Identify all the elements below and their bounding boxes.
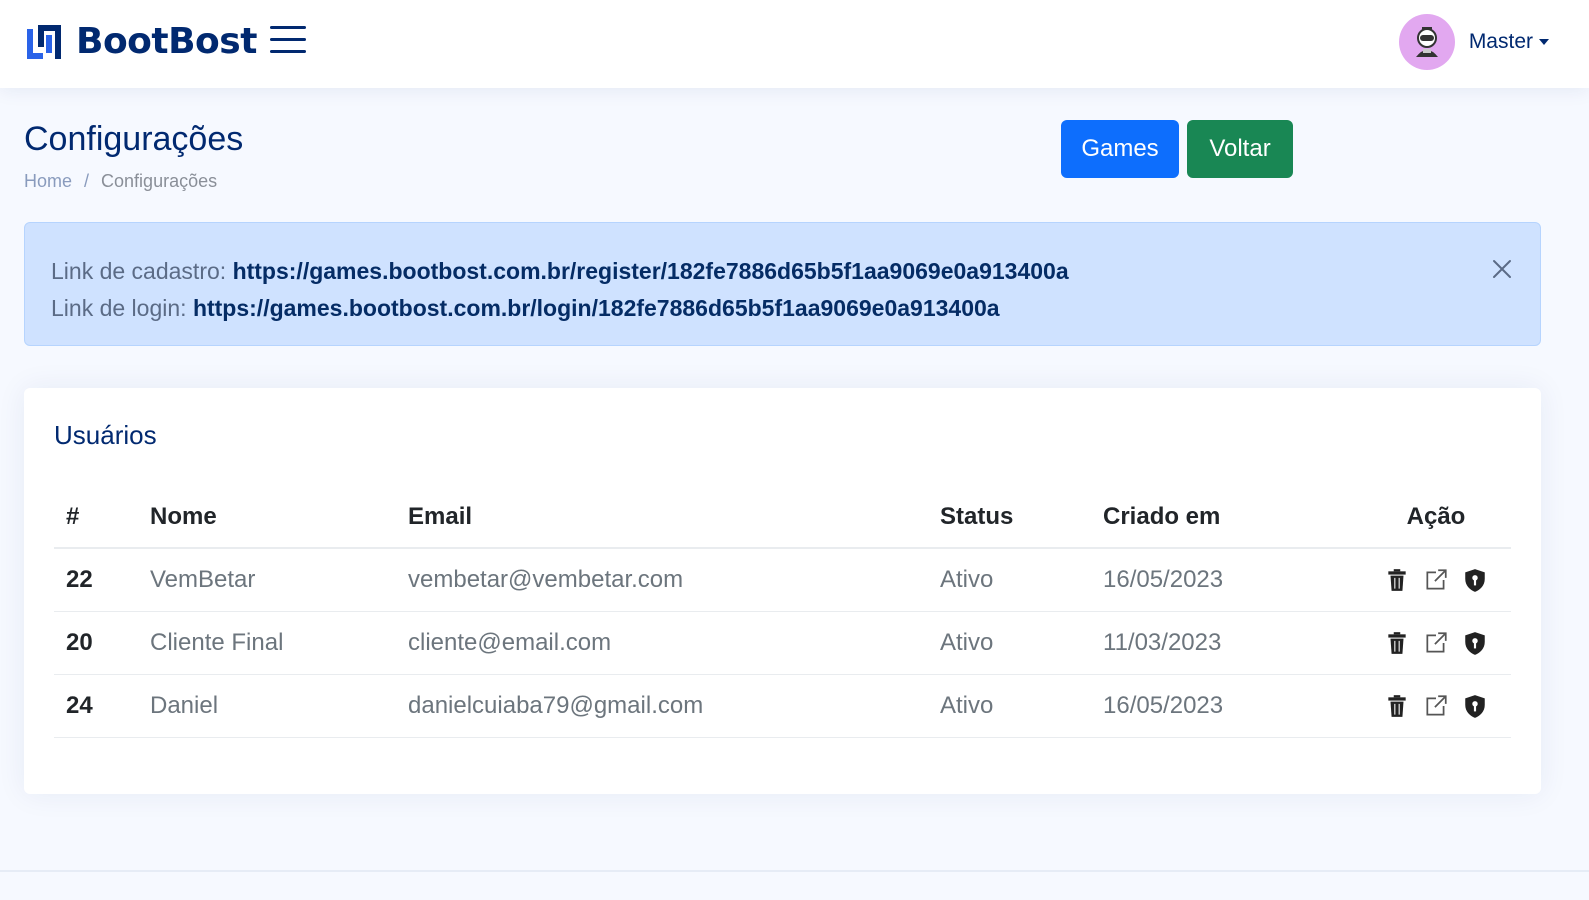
column-header-created: Criado em [1091, 486, 1361, 549]
links-alert: Link de cadastro: https://games.bootbost… [24, 222, 1541, 346]
table-header-row: # Nome Email Status Criado em Ação [54, 486, 1511, 549]
register-link-label: Link de cadastro: [51, 258, 233, 284]
hamburger-menu-icon[interactable] [270, 26, 306, 58]
card-title: Usuários [54, 420, 157, 450]
shield-icon[interactable] [1462, 693, 1488, 719]
login-link-label: Link de login: [51, 295, 193, 321]
trash-icon[interactable] [1384, 693, 1410, 719]
page-title-block: Configurações Home / Configurações [24, 120, 243, 192]
register-link[interactable]: https://games.bootbost.com.br/register/1… [233, 258, 1069, 284]
bootbost-logo-icon [27, 25, 61, 59]
breadcrumb-home[interactable]: Home [24, 171, 72, 192]
cell-created: 11/03/2023 [1091, 611, 1361, 675]
breadcrumb: Home / Configurações [24, 171, 243, 192]
cell-id: 22 [54, 548, 138, 612]
cell-actions [1361, 548, 1511, 612]
cell-status: Ativo [928, 548, 1091, 612]
robot-avatar-icon [1415, 27, 1438, 57]
top-header: BootBost Master [0, 0, 1589, 88]
column-header-email: Email [396, 486, 928, 549]
cell-actions [1361, 674, 1511, 738]
table-row: 24 Daniel danielcuiaba79@gmail.com Ativo… [54, 674, 1511, 738]
users-table: # Nome Email Status Criado em Ação 22 Ve… [54, 486, 1511, 738]
column-header-action: Ação [1361, 486, 1511, 549]
external-link-icon[interactable] [1423, 630, 1449, 656]
games-button[interactable]: Games [1061, 120, 1179, 178]
breadcrumb-current: Configurações [101, 171, 218, 191]
cell-actions [1361, 611, 1511, 675]
avatar [1398, 14, 1455, 70]
cell-status: Ativo [928, 674, 1091, 738]
external-link-icon[interactable] [1423, 693, 1449, 719]
login-link-line: Link de login: https://games.bootbost.co… [51, 290, 1514, 327]
voltar-button[interactable]: Voltar [1187, 120, 1293, 178]
cell-created: 16/05/2023 [1091, 548, 1361, 612]
shield-icon[interactable] [1462, 567, 1488, 593]
cell-status: Ativo [928, 611, 1091, 675]
column-header-name: Nome [138, 486, 396, 549]
cell-email: vembetar@vembetar.com [396, 548, 928, 612]
external-link-icon[interactable] [1423, 567, 1449, 593]
trash-icon[interactable] [1384, 630, 1410, 656]
login-link[interactable]: https://games.bootbost.com.br/login/182f… [193, 295, 1000, 321]
cell-email: cliente@email.com [396, 611, 928, 675]
shield-icon[interactable] [1462, 630, 1488, 656]
column-header-status: Status [928, 486, 1091, 549]
table-row: 20 Cliente Final cliente@email.com Ativo… [54, 611, 1511, 675]
cell-name: Cliente Final [138, 611, 396, 675]
cell-created: 16/05/2023 [1091, 674, 1361, 738]
logo[interactable]: BootBost [24, 22, 257, 62]
cell-id: 20 [54, 611, 138, 675]
profile-name: Master [1469, 30, 1549, 54]
table-row: 22 VemBetar vembetar@vembetar.com Ativo … [54, 548, 1511, 612]
caret-down-icon [1539, 39, 1549, 46]
cell-name: Daniel [138, 674, 396, 738]
cell-email: danielcuiaba79@gmail.com [396, 674, 928, 738]
cell-name: VemBetar [138, 548, 396, 612]
breadcrumb-separator: / [84, 171, 90, 191]
column-header-id: # [54, 486, 138, 549]
page-title: Configurações [24, 120, 244, 158]
logo-text: BootBost [76, 21, 257, 62]
footer-divider [0, 870, 1589, 872]
cell-id: 24 [54, 674, 138, 738]
profile-menu[interactable]: Master [1398, 14, 1549, 70]
trash-icon[interactable] [1384, 567, 1410, 593]
users-card: Usuários # Nome Email Status Criado em A… [24, 388, 1541, 794]
close-icon[interactable] [1490, 257, 1514, 281]
register-link-line: Link de cadastro: https://games.bootbost… [51, 253, 1514, 290]
